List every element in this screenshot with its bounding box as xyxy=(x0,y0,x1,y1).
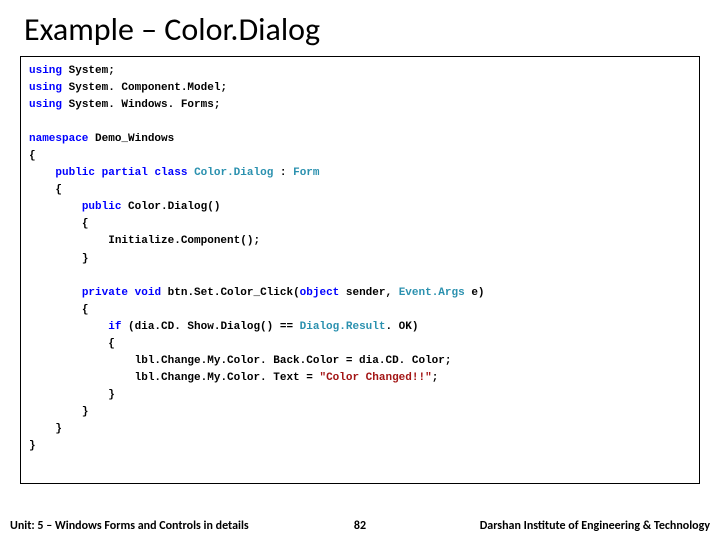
footer-institute: Darshan Institute of Engineering & Techn… xyxy=(480,519,710,533)
kw-using: using xyxy=(29,99,62,111)
brace: { xyxy=(108,338,115,350)
kw-private: private xyxy=(82,287,128,299)
code-text: System. Component.Model; xyxy=(62,82,227,94)
kw-namespace: namespace xyxy=(29,133,88,145)
brace: { xyxy=(82,218,89,230)
footer-page: 82 xyxy=(354,519,366,533)
cls-eventargs: Event.Args xyxy=(399,287,465,299)
kw-partial: partial xyxy=(102,167,148,179)
code-text: System. Windows. Forms; xyxy=(62,99,220,111)
brace: } xyxy=(108,389,115,401)
code-box: using System; using System. Component.Mo… xyxy=(20,56,700,484)
code-text: ; xyxy=(432,372,439,384)
brace: { xyxy=(55,184,62,196)
kw-public: public xyxy=(82,201,122,213)
code-text: Initialize.Component(); xyxy=(108,235,260,247)
code-text: lbl.Change.My.Color. Back.Color = dia.CD… xyxy=(135,355,452,367)
code-text: sender, xyxy=(339,287,398,299)
cls-form: Form xyxy=(293,167,319,179)
brace: } xyxy=(55,423,62,435)
footer-unit: Unit: 5 – Windows Forms and Controls in … xyxy=(10,519,249,533)
cls-dialogresult: Dialog.Result xyxy=(300,321,386,333)
code-text: System; xyxy=(62,65,115,77)
code-text: btn.Set.Color_Click( xyxy=(161,287,300,299)
kw-if: if xyxy=(108,321,121,333)
kw-void: void xyxy=(135,287,161,299)
code-text: (dia.CD. Show.Dialog() == xyxy=(121,321,299,333)
code-text: Color.Dialog() xyxy=(121,201,220,213)
kw-public: public xyxy=(55,167,95,179)
brace: } xyxy=(82,406,89,418)
slide-title: Example – Color.Dialog xyxy=(24,10,320,49)
code-text: . OK) xyxy=(385,321,418,333)
kw-using: using xyxy=(29,65,62,77)
brace: { xyxy=(82,304,89,316)
footer: Unit: 5 – Windows Forms and Controls in … xyxy=(0,512,720,540)
kw-using: using xyxy=(29,82,62,94)
string-literal: "Color Changed!!" xyxy=(319,372,431,384)
code-text: e) xyxy=(465,287,485,299)
kw-class: class xyxy=(154,167,187,179)
brace: } xyxy=(29,440,36,452)
brace: { xyxy=(29,150,36,162)
brace: } xyxy=(82,253,89,265)
code-text: lbl.Change.My.Color. Text = xyxy=(135,372,320,384)
cls-name: Color.Dialog xyxy=(194,167,273,179)
slide: Example – Color.Dialog using System; usi… xyxy=(0,0,720,540)
code-text: Demo_Windows xyxy=(88,133,174,145)
kw-object: object xyxy=(300,287,340,299)
code-text: : xyxy=(273,167,293,179)
